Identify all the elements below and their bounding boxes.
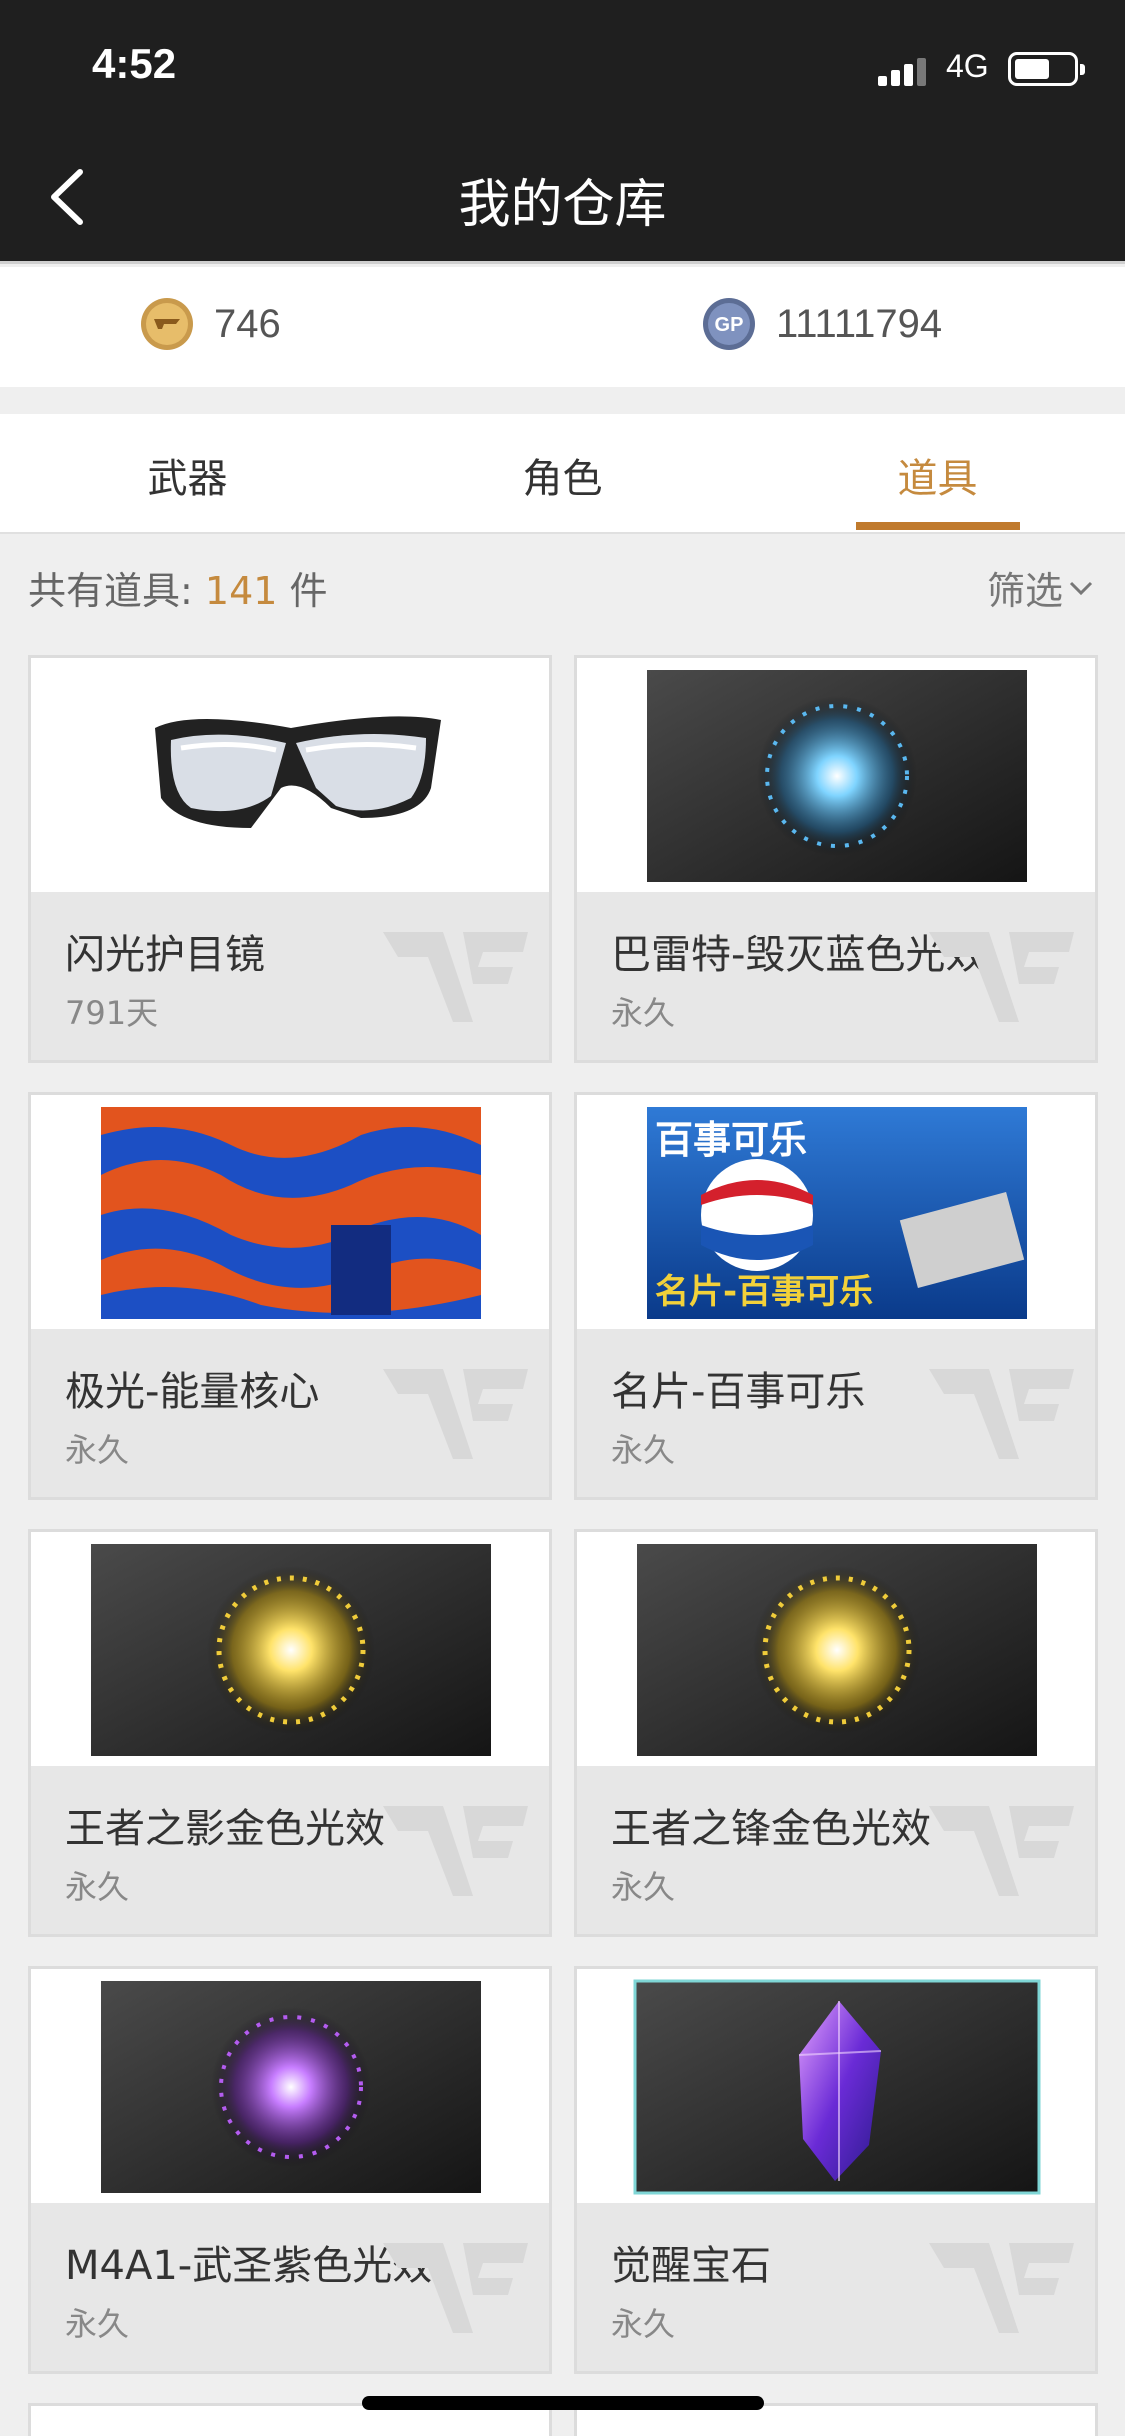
- gold-glow-icon: [637, 1544, 1037, 1756]
- blue-glow-icon: [647, 670, 1027, 882]
- item-info: 王者之影金色光效 永久: [31, 1766, 549, 1934]
- summary-prefix: 共有道具:: [28, 569, 193, 613]
- item-info: 觉醒宝石 永久: [577, 2203, 1095, 2371]
- item-duration: 永久: [65, 1431, 130, 1469]
- item-duration: 永久: [611, 1431, 676, 1469]
- item-info: 闪光护目镜 791天: [31, 892, 549, 1060]
- item-card[interactable]: 百事可乐 名片-百事可乐 名片-百事可乐 永久: [574, 1092, 1098, 1500]
- status-time: 4:52: [92, 40, 177, 87]
- cf-watermark-icon: [929, 932, 1074, 1022]
- item-count-summary: 共有道具: 141 件: [28, 560, 328, 615]
- item-name: 名片-百事可乐: [611, 1369, 866, 1415]
- goggles-icon: [155, 716, 441, 828]
- purple-glow-icon: [101, 1981, 481, 2193]
- item-thumbnail: [577, 658, 1095, 892]
- tab-items[interactable]: 道具: [750, 446, 1125, 504]
- item-card[interactable]: 闪光护目镜 791天: [28, 655, 552, 1063]
- page-title: 我的仓库: [458, 175, 667, 235]
- gp-coin-icon: GP: [703, 298, 755, 350]
- item-card[interactable]: M4A1-武圣紫色光效 永久: [28, 1966, 552, 2374]
- cf-watermark-icon: [383, 1806, 528, 1896]
- gold-glow-icon: [91, 1544, 491, 1756]
- item-name: 王者之影金色光效: [65, 1806, 385, 1852]
- active-tab-indicator: [856, 522, 1020, 530]
- item-card[interactable]: 巴雷特-毁灭蓝色光效 永久: [574, 655, 1098, 1063]
- pepsi-banner-top: 百事可乐: [655, 1118, 807, 1162]
- item-duration: 永久: [65, 2305, 130, 2343]
- item-card[interactable]: 极光-能量核心 永久: [28, 1092, 552, 1500]
- cf-points: 746: [140, 297, 281, 351]
- gp-badge-text: GP: [715, 314, 744, 336]
- item-count: 141: [204, 569, 278, 613]
- filter-label: 筛选: [986, 569, 1063, 613]
- pepsi-card-icon: 百事可乐 名片-百事可乐: [647, 1107, 1027, 1319]
- item-thumbnail: [31, 1095, 549, 1329]
- pepsi-banner-bottom: 名片-百事可乐: [655, 1272, 873, 1312]
- gp-value: 11111794: [776, 301, 943, 346]
- cf-watermark-icon: [383, 1369, 528, 1459]
- item-duration: 791天: [65, 994, 159, 1032]
- item-thumbnail: [31, 1969, 549, 2203]
- cf-coin-icon: [141, 298, 193, 350]
- home-indicator[interactable]: [362, 2396, 764, 2410]
- network-type: 4G: [946, 48, 989, 84]
- item-name: 闪光护目镜: [65, 932, 265, 978]
- tab-weapons[interactable]: 武器: [0, 446, 375, 504]
- item-thumbnail: [577, 1969, 1095, 2203]
- chevron-down-icon: [1069, 581, 1093, 595]
- item-duration: 永久: [611, 2305, 676, 2343]
- battery-icon: [1008, 52, 1085, 86]
- item-duration: 永久: [611, 1868, 676, 1906]
- item-name: 王者之锋金色光效: [611, 1806, 931, 1852]
- item-info: 巴雷特-毁灭蓝色光效 永久: [577, 892, 1095, 1060]
- tab-characters[interactable]: 角色: [375, 446, 750, 504]
- cf-watermark-icon: [929, 2243, 1074, 2333]
- item-card[interactable]: 觉醒宝石 永久: [574, 1966, 1098, 2374]
- item-thumbnail: [577, 1532, 1095, 1766]
- cf-watermark-icon: [383, 2243, 528, 2333]
- item-name: 觉醒宝石: [611, 2243, 771, 2289]
- item-card[interactable]: 王者之影金色光效 永久: [28, 1529, 552, 1937]
- status-bar: 4:52 4G: [0, 0, 1125, 132]
- item-card[interactable]: 王者之锋金色光效 永久: [574, 1529, 1098, 1937]
- item-info: 极光-能量核心 永久: [31, 1329, 549, 1497]
- cf-points-value: 746: [214, 301, 281, 346]
- item-thumbnail: [31, 658, 549, 892]
- flame-core-icon: [101, 1107, 481, 1319]
- currency-bar: 746 GP 11111794: [0, 267, 1125, 387]
- filter-button[interactable]: 筛选: [987, 560, 1099, 615]
- signal-icon: [878, 56, 928, 86]
- item-duration: 永久: [65, 1868, 130, 1906]
- item-info: 名片-百事可乐 永久: [577, 1329, 1095, 1497]
- cf-watermark-icon: [929, 1369, 1074, 1459]
- item-duration: 永久: [611, 994, 676, 1032]
- cf-watermark-icon: [383, 932, 528, 1022]
- cf-watermark-icon: [929, 1806, 1074, 1896]
- nav-bar: 我的仓库: [0, 132, 1125, 264]
- item-info: 王者之锋金色光效 永久: [577, 1766, 1095, 1934]
- summary-suffix: 件: [289, 569, 328, 613]
- gem-icon: [633, 1979, 1041, 2195]
- item-thumbnail: 百事可乐 名片-百事可乐: [577, 1095, 1095, 1329]
- item-info: M4A1-武圣紫色光效 永久: [31, 2203, 549, 2371]
- gp-points: GP 11111794: [702, 297, 942, 351]
- item-name: 极光-能量核心: [65, 1369, 320, 1415]
- item-thumbnail: [31, 1532, 549, 1766]
- category-tabs: 武器 角色 道具: [0, 414, 1125, 534]
